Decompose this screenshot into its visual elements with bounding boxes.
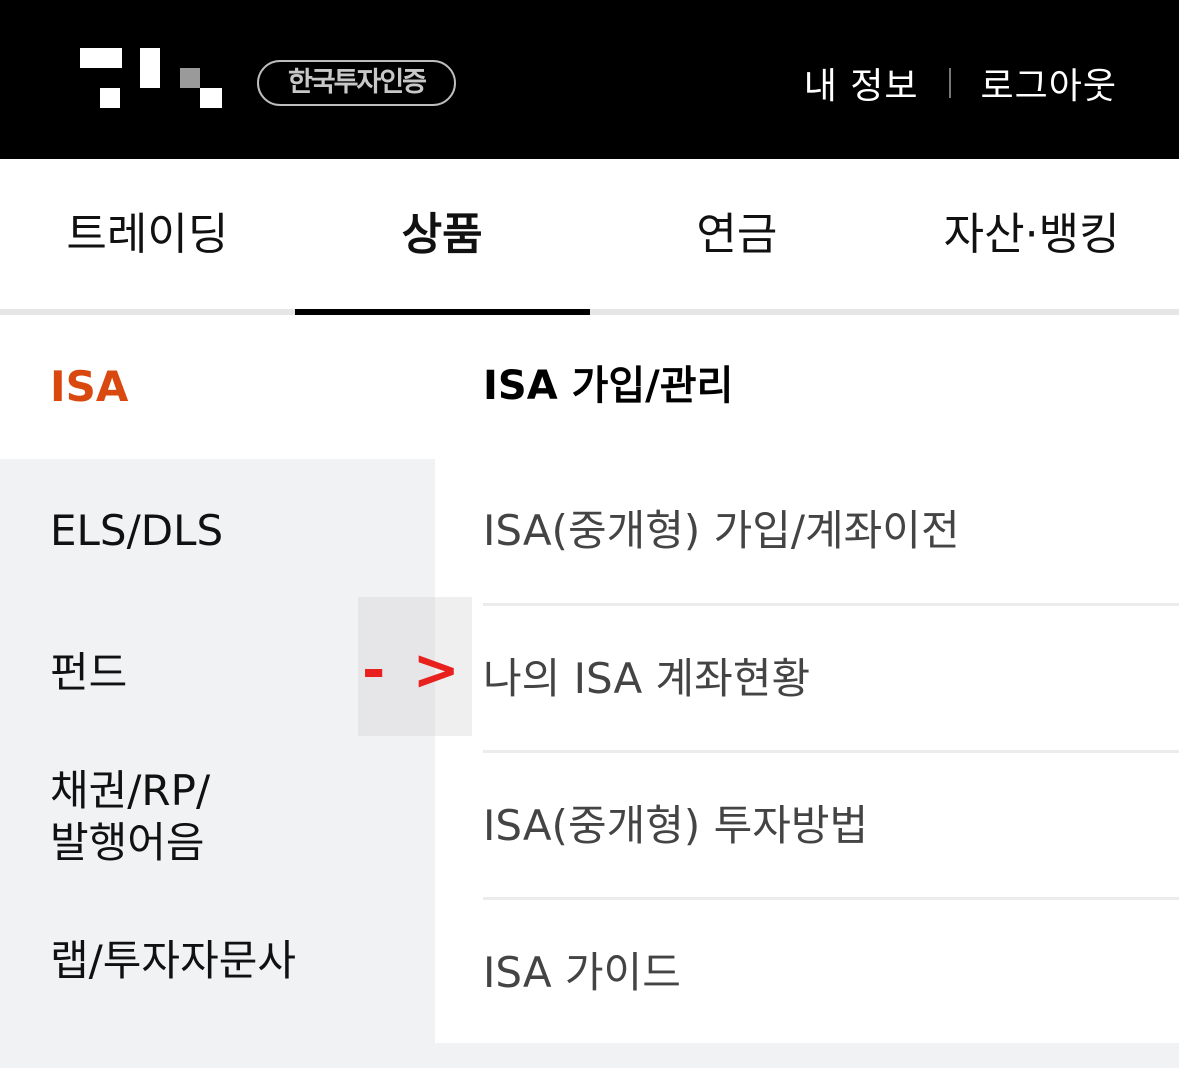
tab-assets-banking[interactable]: 자산·뱅킹 <box>884 159 1179 309</box>
cert-badge[interactable]: 한국투자인증 <box>257 60 456 106</box>
category-item-bond-line1: 채권/RP/ <box>50 766 211 815</box>
tab-products[interactable]: 상품 <box>294 159 590 315</box>
main-tabs: 트레이딩 상품 연금 자산·뱅킹 <box>0 159 1179 315</box>
category-item-wrap[interactable]: 랩/투자자문사 <box>50 935 296 987</box>
category-item-bond-line2: 발행어음 <box>50 818 205 867</box>
sub-item-isa-join[interactable]: ISA(중개형) 가입/계좌이전 <box>483 458 1179 604</box>
sub-item-isa-guide[interactable]: ISA 가이드 <box>483 900 1179 1046</box>
brand-logo-icon[interactable] <box>80 48 222 108</box>
sub-item-isa-invest-method[interactable]: ISA(중개형) 투자방법 <box>483 753 1179 899</box>
logout-link[interactable]: 로그아웃 <box>981 57 1117 109</box>
category-item-bond[interactable]: 채권/RP/ 발행어음 <box>50 765 210 869</box>
sub-item-my-isa-account[interactable]: 나의 ISA 계좌현황 <box>483 606 1179 752</box>
top-bar: 한국투자인증 내 정보 로그아웃 <box>0 0 1179 159</box>
top-links: 내 정보 로그아웃 <box>804 58 1117 108</box>
category-item-els-dls[interactable]: ELS/DLS <box>50 505 223 557</box>
category-item-isa[interactable]: ISA <box>50 361 128 413</box>
sub-menu-title: ISA 가입/관리 <box>483 363 734 409</box>
tab-pension[interactable]: 연금 <box>590 159 885 309</box>
category-item-fund[interactable]: 펀드 <box>50 647 127 699</box>
divider <box>948 68 951 98</box>
arrow-icon: - > <box>362 638 464 703</box>
my-info-link[interactable]: 내 정보 <box>804 57 919 109</box>
bottom-strip <box>435 1043 1179 1068</box>
tab-trading[interactable]: 트레이딩 <box>0 159 295 309</box>
